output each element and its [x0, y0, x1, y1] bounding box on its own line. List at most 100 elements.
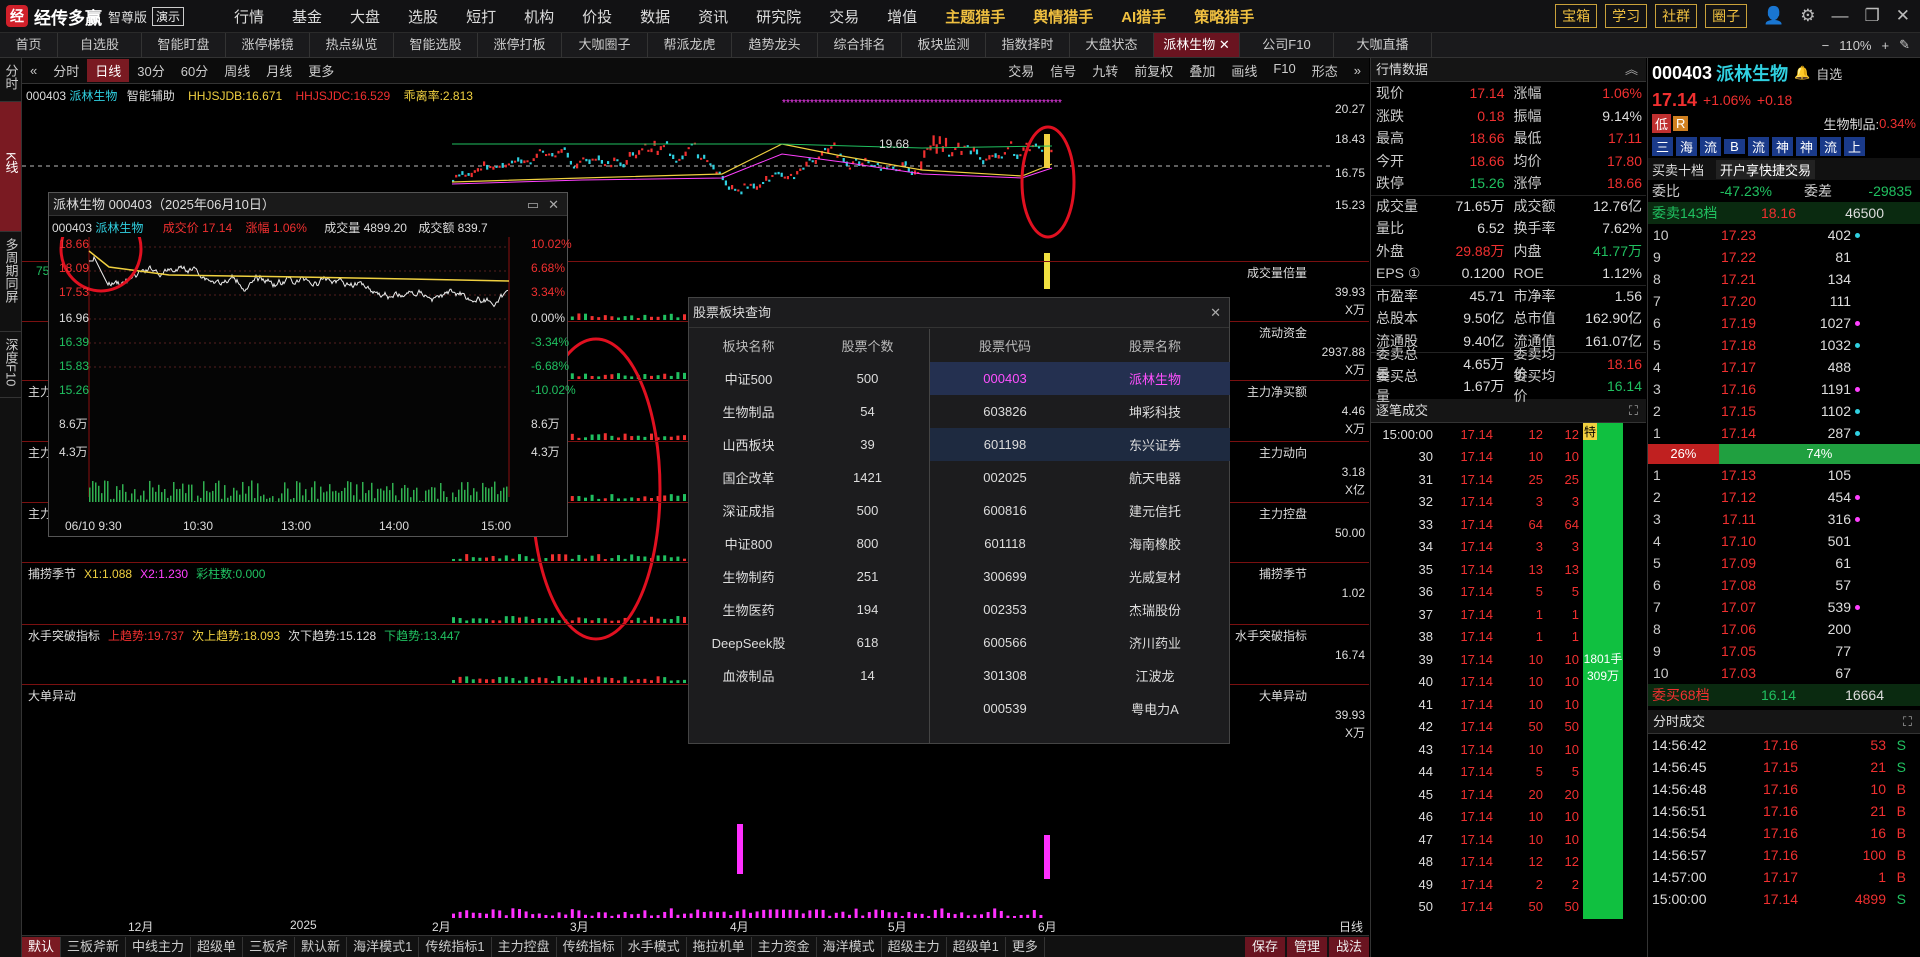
chevron-left-icon[interactable]: «: [22, 63, 45, 78]
tab-item[interactable]: 指数择时: [986, 33, 1070, 57]
buy-level-row[interactable]: 5 17.09 61: [1648, 552, 1920, 574]
quick-button[interactable]: 神: [1796, 136, 1817, 156]
chart-tool-button[interactable]: 形态: [1304, 61, 1346, 80]
sector-row[interactable]: 生物医药 194: [689, 593, 927, 626]
sell-level-row[interactable]: 1 17.14 287: [1648, 422, 1920, 444]
buy-level-row[interactable]: 7 17.07 539: [1648, 596, 1920, 618]
top-menu-item[interactable]: 选股: [394, 6, 452, 27]
bottom-action-button[interactable]: 战法: [1328, 936, 1369, 957]
stock-row[interactable]: 002025 航天电器: [930, 461, 1230, 494]
stock-row[interactable]: 601198 东兴证券: [930, 428, 1230, 461]
stock-row[interactable]: 600566 济川药业: [930, 626, 1230, 659]
sector-row[interactable]: 国企改革 1421: [689, 461, 927, 494]
sell-level-row[interactable]: 9 17.22 81: [1648, 246, 1920, 268]
stock-row[interactable]: 301308 江波龙: [930, 659, 1230, 692]
sell-level-row[interactable]: 10 17.23 402: [1648, 224, 1920, 246]
template-tab[interactable]: 超级单: [191, 936, 244, 957]
template-tab[interactable]: 三板斧: [243, 936, 296, 957]
top-menu-item[interactable]: AI猎手: [1107, 6, 1180, 27]
expand-icon[interactable]: ⛶: [1903, 710, 1912, 734]
top-button[interactable]: 学习: [1605, 4, 1648, 28]
sell-level-row[interactable]: 2 17.15 1102: [1648, 400, 1920, 422]
template-tab[interactable]: 超级主力: [882, 936, 947, 957]
chevron-right-icon[interactable]: »: [1346, 63, 1369, 78]
template-tab[interactable]: 拖拉机单: [687, 936, 752, 957]
sector-row[interactable]: 生物制品 54: [689, 395, 927, 428]
tab-item[interactable]: 涨停打板: [478, 33, 562, 57]
template-tab[interactable]: 传统指标: [557, 936, 622, 957]
period-button[interactable]: 日线: [87, 59, 130, 82]
top-menu-item[interactable]: 大盘: [336, 6, 394, 27]
sell-level-row[interactable]: 4 17.17 488: [1648, 356, 1920, 378]
chart-tool-button[interactable]: 交易: [1000, 61, 1042, 80]
quick-button[interactable]: B: [1724, 138, 1745, 154]
top-menu-item[interactable]: 交易: [815, 6, 873, 27]
buy-level-row[interactable]: 6 17.08 57: [1648, 574, 1920, 596]
template-tab[interactable]: 默认新: [295, 936, 348, 957]
top-menu-item[interactable]: 研究院: [742, 6, 815, 27]
chart-tool-button[interactable]: F10: [1265, 61, 1303, 80]
top-button[interactable]: 宝箱: [1555, 4, 1598, 28]
top-menu-item[interactable]: 价投: [568, 6, 626, 27]
template-tab[interactable]: 默认: [22, 936, 62, 957]
top-menu-item[interactable]: 资讯: [684, 6, 742, 27]
quick-button[interactable]: 三: [1652, 136, 1673, 156]
top-menu-item[interactable]: 策略猎手: [1180, 6, 1268, 27]
top-menu-item[interactable]: 主题猎手: [931, 6, 1019, 27]
tab-item[interactable]: 趋势龙头: [732, 33, 818, 57]
tab-item[interactable]: 大咖圈子: [562, 33, 648, 57]
pane-right-title[interactable]: 主力净买额: [1247, 383, 1307, 400]
pane-right-title[interactable]: 主力控盘: [1259, 505, 1307, 522]
tab-item[interactable]: 首页: [0, 33, 58, 57]
stock-row[interactable]: 600816 建元信托: [930, 494, 1230, 527]
template-tab[interactable]: 海洋模式1: [347, 936, 420, 957]
template-tab[interactable]: 三板斧新: [61, 936, 127, 957]
sector-row[interactable]: 生物制药 251: [689, 560, 927, 593]
top-menu-item[interactable]: 增值: [873, 6, 931, 27]
template-tab[interactable]: 主力控盘: [492, 936, 557, 957]
close-icon[interactable]: ✕: [1210, 298, 1221, 328]
buy-level-row[interactable]: 9 17.05 77: [1648, 640, 1920, 662]
assist-label[interactable]: 智能辅助: [127, 89, 175, 103]
pane-right-title[interactable]: 成交量倍量: [1247, 264, 1307, 281]
sell-level-row[interactable]: 8 17.21 134: [1648, 268, 1920, 290]
view-tab[interactable]: 分时: [0, 58, 21, 102]
buy-level-row[interactable]: 3 17.11 316: [1648, 508, 1920, 530]
buy-level-row[interactable]: 8 17.06 200: [1648, 618, 1920, 640]
buy-level-row[interactable]: 2 17.12 454: [1648, 486, 1920, 508]
pane-right-title[interactable]: 水手突破指标: [1235, 627, 1307, 644]
template-tab[interactable]: 中线主力: [126, 936, 192, 957]
sell-level-row[interactable]: 6 17.19 1027: [1648, 312, 1920, 334]
expand-icon[interactable]: ⛶: [1629, 399, 1638, 423]
buy-level-row[interactable]: 1 17.13 105: [1648, 464, 1920, 486]
maximize-icon[interactable]: ▭: [527, 193, 539, 216]
stock-row[interactable]: 002353 杰瑞股份: [930, 593, 1230, 626]
top-menu-item[interactable]: 行情: [220, 6, 278, 27]
view-tab[interactable]: 多周期同屏: [0, 232, 21, 332]
template-tab[interactable]: 水手模式: [622, 936, 687, 957]
view-tab[interactable]: K线: [0, 102, 21, 232]
sector-row[interactable]: 血液制品 14: [689, 659, 927, 692]
view-tab[interactable]: 深度F10: [0, 332, 21, 399]
fast-trade-button[interactable]: 开户享快捷交易: [1716, 159, 1816, 179]
period-button[interactable]: 30分: [129, 59, 172, 82]
user-icon[interactable]: 👤: [1763, 6, 1784, 26]
bottom-action-button[interactable]: 管理: [1286, 936, 1327, 957]
pen-icon[interactable]: ✎: [1899, 37, 1910, 53]
quick-button[interactable]: 上: [1844, 136, 1865, 156]
close-icon[interactable]: ✕: [1215, 37, 1230, 52]
sector-row[interactable]: 中证800 800: [689, 527, 927, 560]
stock-row[interactable]: 603826 坤彩科技: [930, 395, 1230, 428]
period-button[interactable]: 60分: [173, 59, 216, 82]
top-menu-item[interactable]: 数据: [626, 6, 684, 27]
sell-level-row[interactable]: 7 17.20 111: [1648, 290, 1920, 312]
period-button[interactable]: 更多: [300, 59, 342, 82]
sector-row[interactable]: 山西板块 39: [689, 428, 927, 461]
stock-row[interactable]: 000539 粤电力A: [930, 692, 1230, 725]
close-icon[interactable]: ✕: [548, 193, 559, 216]
intraday-popup[interactable]: 派林生物 000403（2025年06月10日） ▭ ✕ 000403 派林生物…: [48, 192, 576, 537]
bottom-action-button[interactable]: 保存: [1244, 936, 1285, 957]
template-tab[interactable]: 更多: [1006, 936, 1045, 957]
tab-item[interactable]: 大咖直播: [1334, 33, 1432, 57]
buy-level-row[interactable]: 10 17.03 67: [1648, 662, 1920, 684]
